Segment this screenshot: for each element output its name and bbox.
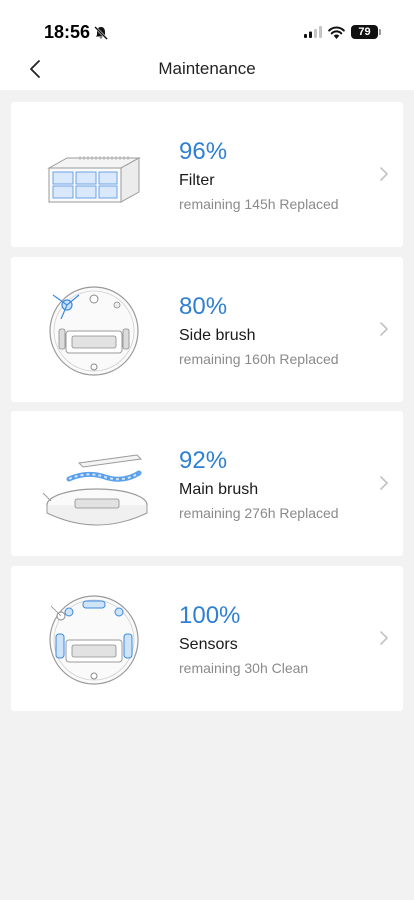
main-brush-name: Main brush bbox=[179, 481, 259, 499]
maintenance-card-sensors[interactable]: 100% Sensors remaining 30h Clean bbox=[11, 565, 403, 711]
filter-illustration bbox=[47, 156, 141, 203]
robot-side-brush-illustration bbox=[49, 285, 139, 376]
side-brush-percent: 80% bbox=[179, 292, 228, 320]
chevron-right-icon bbox=[380, 630, 388, 645]
sensors-percent: 100% bbox=[179, 601, 241, 629]
card-text: 92% Main brush remaining 276h Replaced bbox=[179, 447, 339, 522]
filter-percent: 96% bbox=[179, 138, 228, 165]
chevron-right-icon bbox=[380, 476, 388, 490]
card-text: 80% Side brush remaining 160h Replaced bbox=[179, 293, 339, 368]
maintenance-card-filter[interactable]: 96% Filter remaining 145h Replaced bbox=[11, 102, 403, 247]
bell-slash-icon bbox=[94, 26, 108, 40]
status-time: 18:56 bbox=[44, 22, 91, 42]
filter-name: Filter bbox=[179, 172, 215, 189]
nav-bar: Maintenance bbox=[0, 50, 414, 90]
side-brush-status: remaining 160h Replaced bbox=[179, 350, 339, 367]
card-text: 96% Filter remaining 145h Replaced bbox=[179, 138, 339, 213]
cellular-signal-icon bbox=[304, 26, 322, 38]
sensors-name: Sensors bbox=[179, 635, 238, 653]
status-indicators: 79 bbox=[304, 24, 381, 40]
maintenance-card-main-brush[interactable]: 92% Main brush remaining 276h Replaced bbox=[11, 411, 403, 557]
maintenance-list: 96% Filter remaining 145h Replaced 80% S… bbox=[11, 102, 403, 720]
card-text: 100% Sensors remaining 30h Clean bbox=[179, 602, 308, 677]
robot-sensors-illustration bbox=[49, 595, 139, 685]
status-bar: 18:56 79 bbox=[0, 0, 414, 50]
main-brush-percent: 92% bbox=[179, 447, 228, 475]
maintenance-card-side-brush[interactable]: 80% Side brush remaining 160h Replaced bbox=[11, 256, 403, 402]
robot-main-brush-illustration bbox=[42, 454, 148, 526]
wifi-icon bbox=[328, 26, 345, 39]
filter-status: remaining 145h Replaced bbox=[179, 196, 339, 212]
side-brush-name: Side brush bbox=[179, 326, 256, 344]
main-brush-status: remaining 276h Replaced bbox=[179, 505, 339, 522]
battery-icon: 79 bbox=[351, 25, 381, 39]
page-title: Maintenance bbox=[158, 59, 256, 78]
sensors-status: remaining 30h Clean bbox=[179, 659, 309, 676]
chevron-right-icon bbox=[380, 167, 388, 181]
chevron-right-icon bbox=[380, 321, 388, 336]
battery-level: 79 bbox=[358, 26, 371, 38]
